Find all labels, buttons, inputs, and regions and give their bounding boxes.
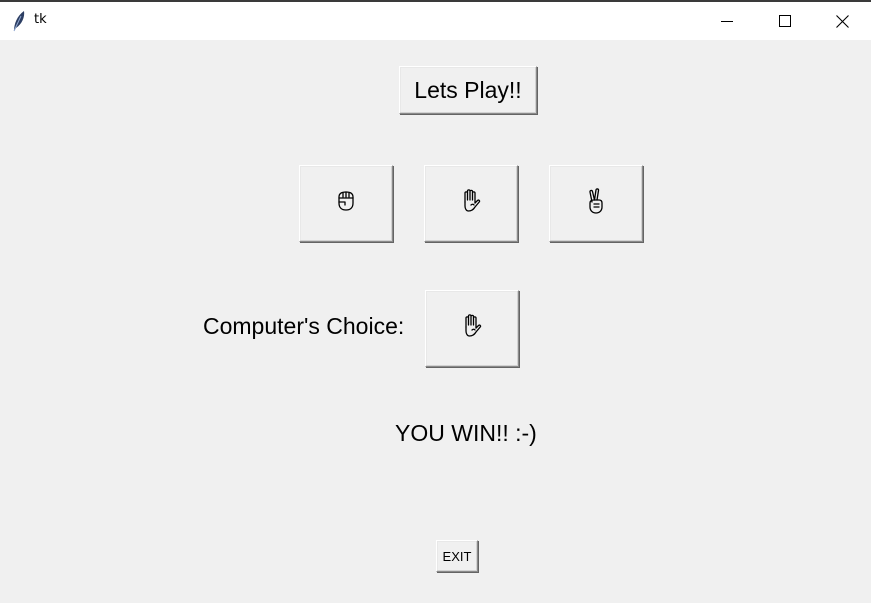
maximize-icon — [779, 15, 791, 27]
maximize-button[interactable] — [756, 2, 814, 40]
computer-choice-label: Computer's Choice: — [203, 313, 405, 339]
title-bar[interactable]: tk — [0, 2, 871, 40]
rock-button[interactable] — [299, 165, 393, 242]
open-hand-icon — [459, 188, 483, 219]
feather-icon — [10, 10, 28, 32]
minimize-button[interactable] — [698, 2, 756, 40]
paper-button[interactable] — [424, 165, 518, 242]
victory-hand-icon — [585, 187, 607, 220]
computer-choice-display[interactable] — [425, 290, 519, 367]
window-title: tk — [34, 12, 47, 27]
result-text: YOU WIN!! :-) — [395, 420, 537, 446]
open-hand-icon — [460, 313, 484, 344]
fist-hand-icon — [335, 189, 357, 218]
lets-play-button[interactable]: Lets Play!! — [399, 66, 537, 114]
close-icon — [835, 14, 849, 28]
scissors-button[interactable] — [549, 165, 643, 242]
exit-button[interactable]: EXIT — [436, 540, 478, 572]
close-button[interactable] — [813, 2, 871, 40]
minimize-icon — [721, 15, 733, 27]
